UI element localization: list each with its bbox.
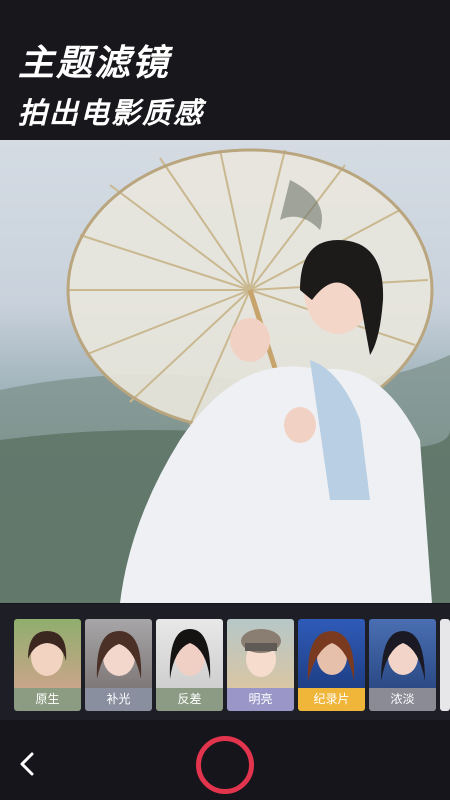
filter-item-contrast[interactable]: 反差 [156,619,223,711]
filter-item-light-dark[interactable]: 浓淡 [369,619,436,711]
preview-photo [0,140,450,603]
filter-item-partial[interactable] [440,619,450,711]
filter-item-bright[interactable]: 明亮 [227,619,294,711]
bottom-bar [0,720,450,800]
filter-thumbnail [440,619,450,711]
page-title: 主题滤镜 [18,43,171,84]
filter-thumbnail [85,619,152,688]
back-button[interactable] [14,750,42,778]
filter-label: 反差 [156,688,223,711]
filter-thumbnail [227,619,294,688]
filter-thumbnail [14,619,81,688]
filter-item-documentary[interactable]: 纪录片 [298,619,365,711]
chevron-left-icon [20,752,34,776]
filter-strip[interactable]: 原生 补光 反差 明亮 纪录片 浓淡 [0,604,450,720]
filter-label: 明亮 [227,688,294,711]
filter-thumbnail [298,619,365,688]
header: 主题滤镜 拍出电影质感 [0,0,450,140]
shutter-button[interactable] [196,736,254,794]
filter-label: 原生 [14,688,81,711]
filter-label: 纪录片 [298,688,365,711]
filter-item-original[interactable]: 原生 [14,619,81,711]
filter-label: 浓淡 [369,688,436,711]
filter-label: 补光 [85,688,152,711]
filter-item-fill-light[interactable]: 补光 [85,619,152,711]
filter-thumbnail [369,619,436,688]
filter-thumbnail [156,619,223,688]
page-subtitle: 拍出电影质感 [18,96,205,130]
